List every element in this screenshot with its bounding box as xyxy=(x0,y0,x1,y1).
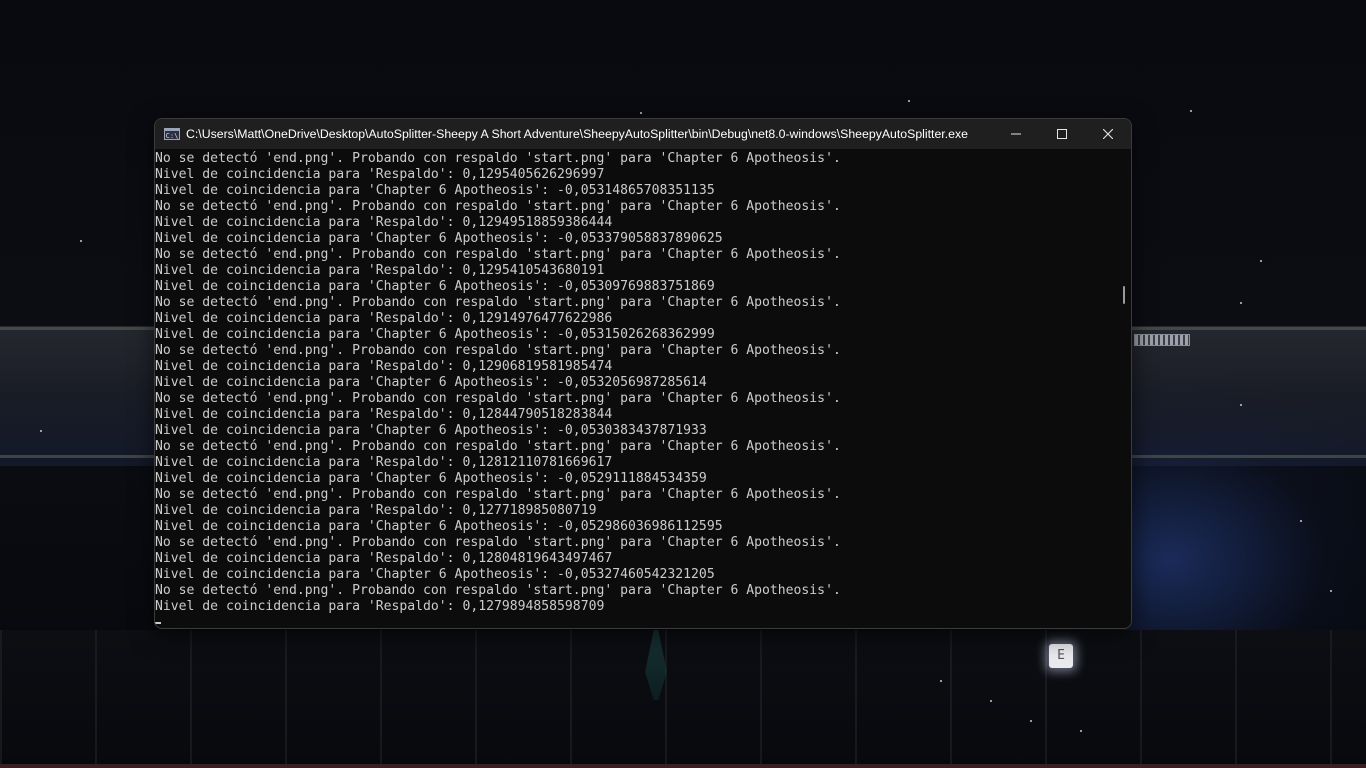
console-line: No se detectó 'end.png'. Probando con re… xyxy=(155,295,841,310)
console-line: Nivel de coincidencia para 'Respaldo': 0… xyxy=(155,455,613,470)
console-line: Nivel de coincidencia para 'Respaldo': 0… xyxy=(155,503,597,518)
star xyxy=(908,100,910,102)
minimize-icon xyxy=(1011,133,1021,135)
metal-rail xyxy=(1134,334,1190,346)
maximize-button[interactable] xyxy=(1039,119,1085,149)
console-line: No se detectó 'end.png'. Probando con re… xyxy=(155,439,841,454)
console-line: Nivel de coincidencia para 'Chapter 6 Ap… xyxy=(155,423,707,438)
star xyxy=(990,700,992,702)
console-line: No se detectó 'end.png'. Probando con re… xyxy=(155,535,841,550)
interact-sign: E xyxy=(1049,644,1073,668)
console-cursor-line xyxy=(155,615,1115,628)
console-line: Nivel de coincidencia para 'Respaldo': 0… xyxy=(155,407,613,422)
maximize-icon xyxy=(1057,129,1067,139)
console-line: Nivel de coincidencia para 'Respaldo': 0… xyxy=(155,599,605,614)
minimize-button[interactable] xyxy=(993,119,1039,149)
star xyxy=(1260,260,1262,262)
fence-floor xyxy=(0,630,1366,768)
star xyxy=(940,680,942,682)
star xyxy=(80,240,82,242)
close-icon xyxy=(1103,129,1113,139)
console-line: No se detectó 'end.png'. Probando con re… xyxy=(155,151,841,166)
bottom-strip xyxy=(0,764,1366,768)
console-line: Nivel de coincidencia para 'Respaldo': 0… xyxy=(155,215,613,230)
title-bar[interactable]: C:\ C:\Users\Matt\OneDrive\Desktop\AutoS… xyxy=(155,119,1131,149)
console-line: Nivel de coincidencia para 'Chapter 6 Ap… xyxy=(155,567,715,582)
star xyxy=(40,430,42,432)
star xyxy=(1300,520,1302,522)
console-line: Nivel de coincidencia para 'Chapter 6 Ap… xyxy=(155,519,723,534)
console-line: Nivel de coincidencia para 'Chapter 6 Ap… xyxy=(155,375,707,390)
console-line: Nivel de coincidencia para 'Respaldo': 0… xyxy=(155,359,613,374)
console-line: Nivel de coincidencia para 'Respaldo': 0… xyxy=(155,167,605,182)
console-line: No se detectó 'end.png'. Probando con re… xyxy=(155,487,841,502)
console-line: No se detectó 'end.png'. Probando con re… xyxy=(155,199,841,214)
text-cursor xyxy=(155,622,161,624)
star xyxy=(1330,590,1332,592)
console-line: Nivel de coincidencia para 'Chapter 6 Ap… xyxy=(155,327,715,342)
console-line: Nivel de coincidencia para 'Chapter 6 Ap… xyxy=(155,183,715,198)
console-line: No se detectó 'end.png'. Probando con re… xyxy=(155,247,841,262)
console-line: No se detectó 'end.png'. Probando con re… xyxy=(155,343,841,358)
console-line: Nivel de coincidencia para 'Respaldo': 0… xyxy=(155,311,613,326)
console-line: Nivel de coincidencia para 'Chapter 6 Ap… xyxy=(155,471,707,486)
star xyxy=(1240,404,1242,406)
window-title: C:\Users\Matt\OneDrive\Desktop\AutoSplit… xyxy=(186,127,968,141)
scrollbar-thumb[interactable] xyxy=(1123,286,1125,304)
console-line: Nivel de coincidencia para 'Respaldo': 0… xyxy=(155,551,613,566)
console-window[interactable]: C:\ C:\Users\Matt\OneDrive\Desktop\AutoS… xyxy=(154,118,1132,629)
console-line: Nivel de coincidencia para 'Chapter 6 Ap… xyxy=(155,279,715,294)
console-icon: C:\ xyxy=(164,128,180,140)
console-output[interactable]: No se detectó 'end.png'. Probando con re… xyxy=(155,151,1115,628)
star xyxy=(1190,110,1192,112)
star xyxy=(1240,302,1242,304)
console-line: No se detectó 'end.png'. Probando con re… xyxy=(155,391,841,406)
star xyxy=(640,112,642,114)
star xyxy=(1080,730,1082,732)
console-line: Nivel de coincidencia para 'Chapter 6 Ap… xyxy=(155,231,723,246)
close-button[interactable] xyxy=(1085,119,1131,149)
console-line: No se detectó 'end.png'. Probando con re… xyxy=(155,583,841,598)
console-line: Nivel de coincidencia para 'Respaldo': 0… xyxy=(155,263,605,278)
star xyxy=(1030,720,1032,722)
